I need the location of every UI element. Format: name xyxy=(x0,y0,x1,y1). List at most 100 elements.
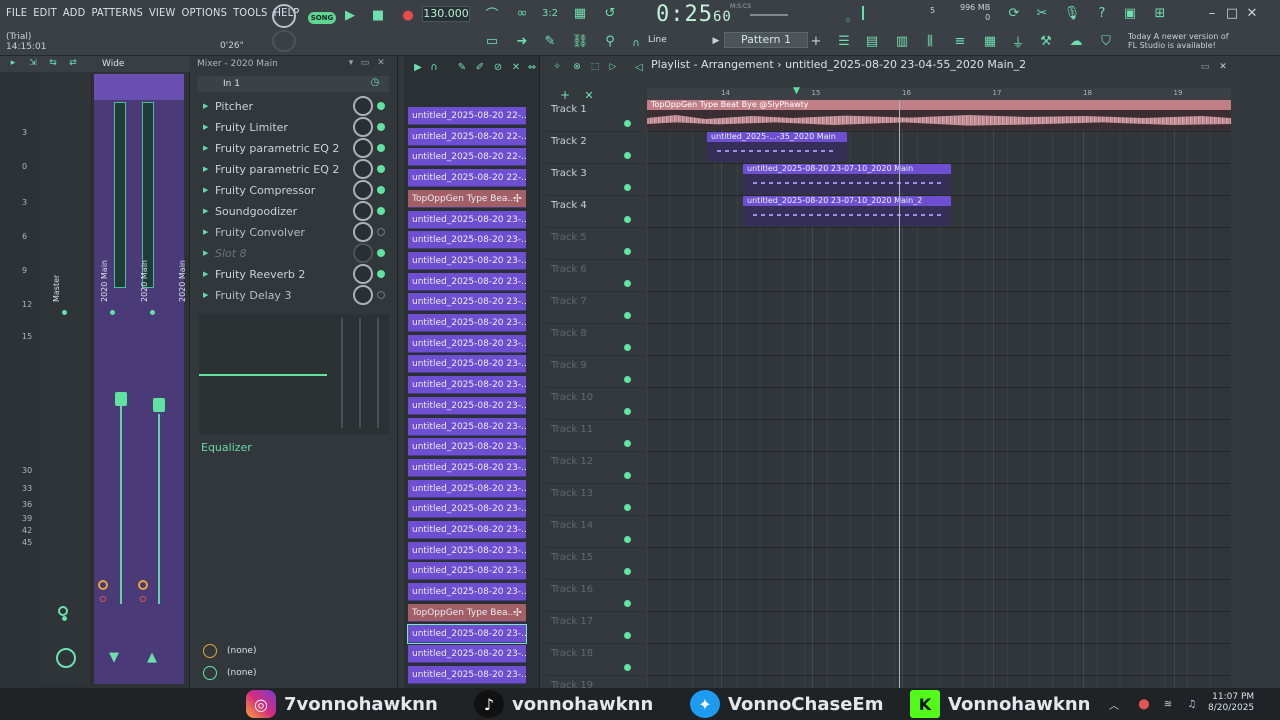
refresh-icon[interactable]: ⟳ xyxy=(1004,4,1024,22)
fx-slot-4[interactable]: ▶ Fruity parametric EQ 2 xyxy=(197,159,389,179)
audio-clip[interactable]: TopOppGen Type Beat Bye @SlyPhawty xyxy=(647,100,1231,130)
fx-enable-led[interactable] xyxy=(377,291,385,299)
mixer-up-arrow-icon[interactable]: ▲ xyxy=(142,648,162,666)
track-header[interactable]: Track 9 xyxy=(545,356,643,388)
track-header[interactable]: Track 1 xyxy=(545,100,643,132)
track-mute-led[interactable] xyxy=(624,280,631,287)
audio-clip-item[interactable]: TopOppGen Type Bea... ✢ xyxy=(408,603,526,622)
menu-view[interactable]: VIEW xyxy=(149,6,176,19)
slice-icon[interactable]: ⊗ xyxy=(567,58,587,76)
route-slot-1[interactable]: (none) xyxy=(199,642,389,660)
eq-band-fader[interactable] xyxy=(341,318,343,428)
pattern-item[interactable]: untitled_2025-08-20 23-... xyxy=(408,334,526,353)
pattern-item[interactable]: untitled_2025-08-20 23-... xyxy=(408,562,526,581)
stamp-icon[interactable]: ⚲ xyxy=(600,32,620,50)
shop-icon[interactable]: ⛉ xyxy=(1096,32,1116,50)
track-mute-led[interactable] xyxy=(624,120,631,127)
plugin-icon[interactable]: ⊞ xyxy=(1150,4,1170,22)
fx-slot-5[interactable]: ▶ Fruity Compressor xyxy=(197,180,389,200)
pattern-item[interactable]: untitled_2025-08-20 23-... xyxy=(408,541,526,560)
insert1-fader-track[interactable] xyxy=(120,404,122,604)
mixer-arrow-icon[interactable]: ▸ xyxy=(6,56,20,70)
track-mute-led[interactable] xyxy=(624,184,631,191)
pattern-selector[interactable]: Pattern 1 xyxy=(724,32,808,48)
track-header[interactable]: Track 14 xyxy=(545,516,643,548)
fx-mix-knob[interactable] xyxy=(353,222,373,242)
insert1-pan-knob[interactable] xyxy=(98,580,108,590)
fx-mix-knob[interactable] xyxy=(353,285,373,305)
wifi-icon[interactable]: ≋ xyxy=(1158,695,1178,713)
pattern-item[interactable]: untitled_2025-08-20 23-... xyxy=(408,272,526,291)
fx-slot-7[interactable]: ▶ Fruity Convolver xyxy=(197,222,389,242)
insert1-fader-handle[interactable] xyxy=(115,392,127,406)
fx-mix-knob[interactable] xyxy=(353,159,373,179)
microphone-icon[interactable]: 🎙 xyxy=(1062,4,1082,22)
insert2-enable-led[interactable] xyxy=(150,310,155,315)
track-header[interactable]: Track 18 xyxy=(545,644,643,676)
track-header[interactable]: Track 17 xyxy=(545,612,643,644)
news-panel[interactable]: Today A newer version of FL Studio is av… xyxy=(1128,32,1229,50)
time-scrub-line[interactable] xyxy=(750,14,788,16)
metronome-icon[interactable]: ⌒ xyxy=(482,4,502,23)
panel-close-icon[interactable]: ✕ xyxy=(375,56,387,70)
track-header[interactable]: Track 15 xyxy=(545,548,643,580)
pattern-item[interactable]: untitled_2025-08-20 23-... xyxy=(408,314,526,332)
link-icon[interactable]: ⛓ xyxy=(570,32,590,50)
track-mute-led[interactable] xyxy=(624,472,631,479)
piano-icon[interactable]: ▥ xyxy=(892,32,912,50)
pattern-item[interactable]: untitled_2025-08-20 23-... xyxy=(408,500,526,519)
track-header[interactable]: Track 19 xyxy=(545,676,643,688)
timeline-ruler[interactable]: 14 15 16 17 18 19 ▼ xyxy=(647,86,1231,100)
track-header[interactable]: Track 12 xyxy=(545,452,643,484)
fx-enable-led[interactable] xyxy=(377,144,385,152)
track-mute-led[interactable] xyxy=(624,632,631,639)
pattern-item[interactable]: untitled_2025-08-20 23-... xyxy=(408,210,526,229)
mixer-view-mode[interactable]: Wide xyxy=(102,59,124,69)
input-clock-icon[interactable]: ◷ xyxy=(367,74,383,90)
slip-tool-icon[interactable]: ⇔ xyxy=(522,58,542,76)
loop-record-icon[interactable]: ↺ xyxy=(600,4,620,22)
magnet-icon[interactable]: ∩ xyxy=(626,34,646,52)
route-knob-icon[interactable] xyxy=(203,666,217,680)
fx-mix-knob[interactable] xyxy=(353,138,373,158)
track-header[interactable]: Track 13 xyxy=(545,484,643,516)
pattern-item[interactable]: untitled_2025-08-20 23-... xyxy=(408,645,526,664)
insert1-enable-led[interactable] xyxy=(110,310,115,315)
mixer-route-icon[interactable]: ⇄ xyxy=(66,56,80,70)
draw-tool-icon[interactable]: ✎ xyxy=(540,32,560,50)
master-record-led[interactable] xyxy=(62,616,67,621)
fx-mix-knob[interactable] xyxy=(353,264,373,284)
pattern-clip[interactable]: untitled_2025-...-35_2020 Main xyxy=(707,132,847,162)
picker-headphones-icon[interactable]: ∩ xyxy=(424,58,444,76)
fx-enable-led[interactable] xyxy=(377,123,385,131)
piano-roll-icon[interactable]: ▭ xyxy=(482,32,502,50)
fx-slot-1[interactable]: ▶ Pitcher xyxy=(197,96,389,116)
mixer-icon[interactable]: ⫼ xyxy=(920,32,940,50)
track-mute-led[interactable] xyxy=(624,376,631,383)
fx-enable-led[interactable] xyxy=(377,102,385,110)
pattern-item[interactable]: untitled_2025-08-20 23-... xyxy=(408,376,526,395)
audio-clip-item[interactable]: TopOppGen Type Bea... ✢ xyxy=(408,189,526,208)
track-mute-led[interactable] xyxy=(624,344,631,351)
menu-add[interactable]: ADD xyxy=(63,6,86,19)
fx-enable-led[interactable] xyxy=(377,270,385,278)
maximize-icon[interactable]: □ xyxy=(1222,4,1242,22)
track-mute-led[interactable] xyxy=(624,568,631,575)
fx-mix-knob[interactable] xyxy=(353,117,373,137)
selected-insert-strip[interactable]: 2020 Main 2020 Main 2020 Main xyxy=(94,74,187,684)
fx-slot-2[interactable]: ▶ Fruity Limiter xyxy=(197,117,389,137)
mixer-down-arrow-icon[interactable]: ▼ xyxy=(104,648,124,666)
eq-graph[interactable] xyxy=(199,314,389,434)
pattern-item[interactable]: untitled_2025-08-20 23-... xyxy=(408,231,526,250)
wait-input-icon[interactable]: ∞ xyxy=(512,4,532,22)
pencil-tool-icon[interactable]: ✎ xyxy=(452,58,472,76)
pattern-clip[interactable]: untitled_2025-08-20 23-07-10_2020 Main xyxy=(743,164,951,194)
wrench-icon[interactable]: ⚒ xyxy=(1036,32,1056,50)
browser-icon[interactable]: ▦ xyxy=(980,32,1000,50)
playback-icon[interactable]: ▷ xyxy=(603,58,623,76)
track-mute-led[interactable] xyxy=(624,216,631,223)
close-icon[interactable]: ✕ xyxy=(1242,4,1262,22)
fx-mix-knob[interactable] xyxy=(353,96,373,116)
tray-chevron-icon[interactable]: ︿ xyxy=(1104,695,1124,713)
channel-rack-icon[interactable]: ▤ xyxy=(862,32,882,50)
